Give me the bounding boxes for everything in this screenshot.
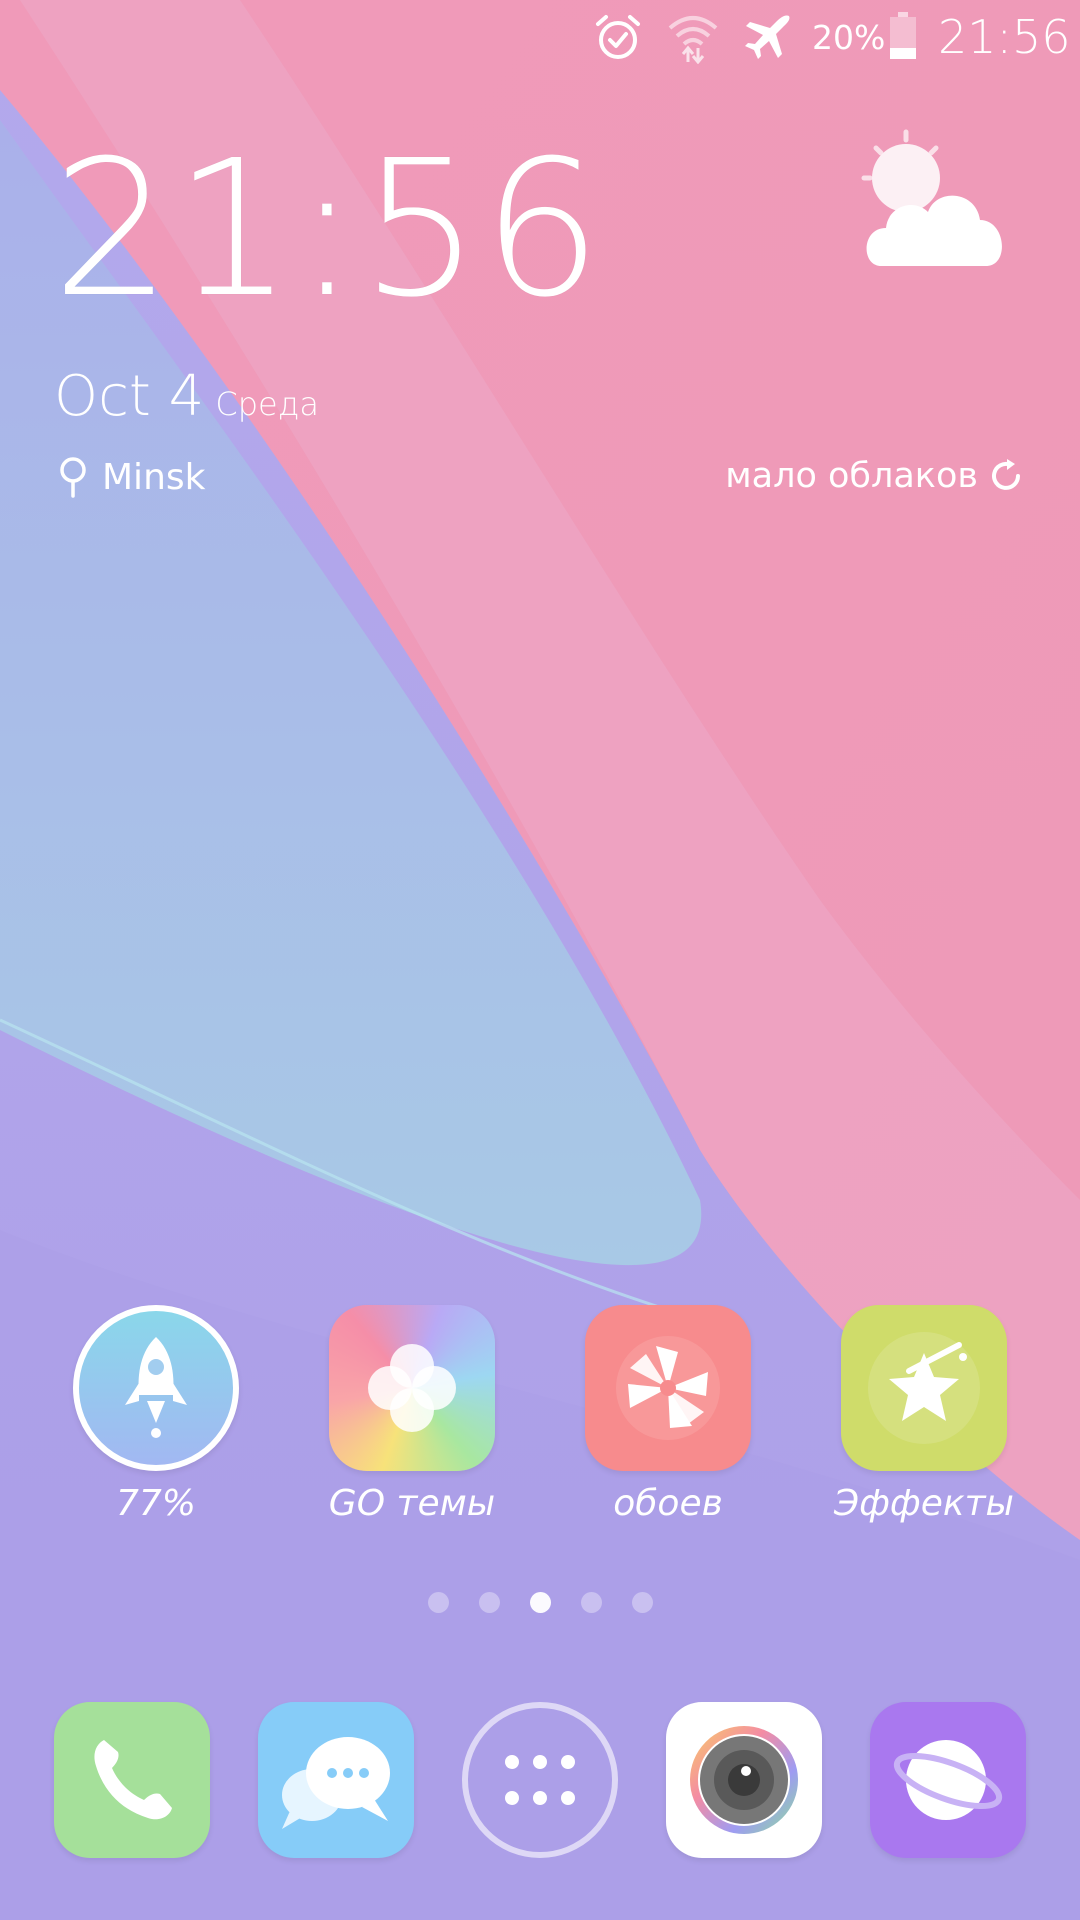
phone-icon <box>94 1740 172 1820</box>
partly-cloudy-icon[interactable] <box>856 128 1016 268</box>
app-booster[interactable]: 77% <box>56 1305 256 1524</box>
rocket-booster-icon <box>73 1305 239 1471</box>
browser-app[interactable] <box>870 1702 1026 1858</box>
flower-icon <box>329 1305 495 1471</box>
page-dot-2[interactable] <box>478 1592 500 1613</box>
app-wallpapers[interactable]: обоев <box>568 1305 768 1524</box>
location-label: Minsk <box>102 456 206 498</box>
page-indicator[interactable] <box>0 1592 1080 1613</box>
status-bar: 20% 21:56 <box>0 0 1080 76</box>
app-drawer-button[interactable] <box>462 1702 618 1858</box>
app-go-themes[interactable]: GO темы <box>312 1305 512 1524</box>
app-label: 77% <box>115 1483 196 1524</box>
camera-app[interactable] <box>666 1702 822 1858</box>
pinwheel-icon <box>585 1305 751 1471</box>
location-pin-icon <box>60 457 86 498</box>
weather-description[interactable]: мало облаков <box>725 456 1024 496</box>
app-drawer-icon <box>505 1755 575 1805</box>
app-label: GO темы <box>328 1483 496 1524</box>
location[interactable]: Minsk <box>58 456 205 498</box>
wifi-icon <box>668 16 718 64</box>
refresh-icon[interactable] <box>988 458 1024 494</box>
magic-star-icon <box>841 1305 1007 1471</box>
page-dot-3[interactable] <box>529 1592 551 1613</box>
camera-icon <box>690 1726 798 1834</box>
date-label: Oct 4 <box>54 364 205 429</box>
status-bar-time: 21:56 <box>938 10 1071 64</box>
page-dot-1[interactable] <box>427 1592 449 1613</box>
battery-percent: 20% <box>812 18 886 57</box>
clock-date[interactable]: Oct 4 Среда <box>54 364 319 429</box>
browser-icon <box>893 1740 1003 1820</box>
airplane-mode-icon <box>745 15 790 59</box>
home-screen: 20% 21:56 21:56 Oct 4 Среда Minsk мало о… <box>0 0 1080 1920</box>
app-effects[interactable]: Эффекты <box>824 1305 1024 1524</box>
phone-app[interactable] <box>54 1702 210 1858</box>
app-label: Эффекты <box>834 1483 1014 1524</box>
clock-time[interactable]: 21:56 <box>52 136 604 324</box>
messages-icon <box>282 1737 390 1829</box>
messages-app[interactable] <box>258 1702 414 1858</box>
weekday-label: Среда <box>215 385 319 423</box>
weather-label: мало облаков <box>725 456 978 496</box>
alarm-icon <box>596 15 640 59</box>
app-label: обоев <box>613 1483 723 1524</box>
page-dot-5[interactable] <box>631 1592 653 1613</box>
battery-icon <box>890 12 916 59</box>
page-dot-4[interactable] <box>580 1592 602 1613</box>
